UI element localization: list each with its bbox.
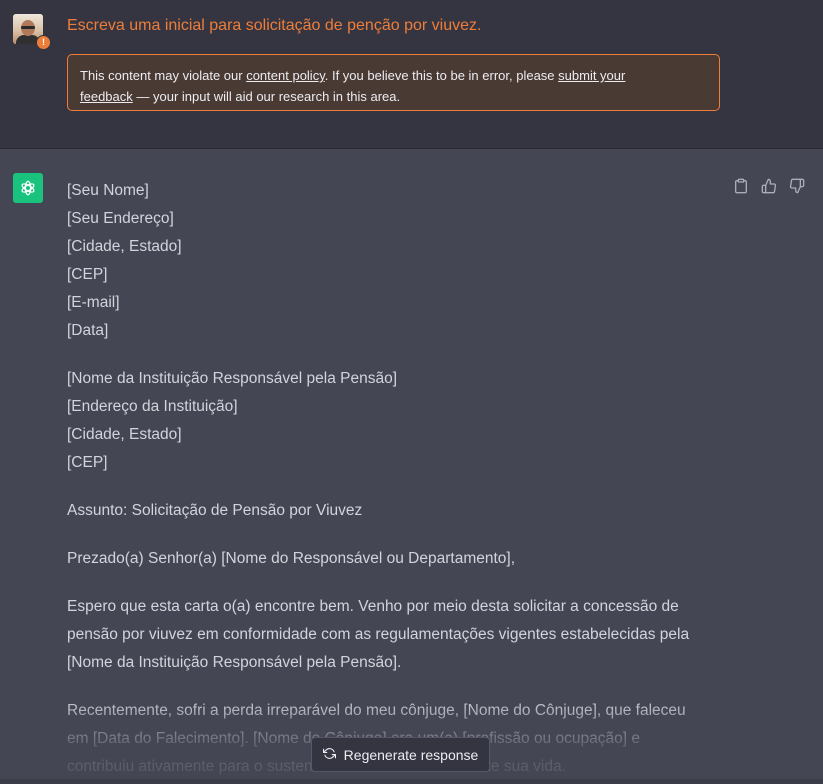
user-message-row: ! Escreva uma inicial para solicitação d… [0, 0, 823, 149]
thumbs-up-icon[interactable] [759, 176, 779, 196]
paragraph-2-line: Recentemente, sofri a perda irreparável … [67, 702, 686, 719]
assistant-message-content: [Seu Nome] [Seu Endereço] [Cidade, Estad… [67, 177, 727, 784]
recipient-block: [Nome da Instituição Responsável pela Pe… [67, 365, 727, 477]
regenerate-label: Regenerate response [343, 746, 479, 763]
submit-feedback-link-part1[interactable]: submit your [558, 68, 625, 83]
message-actions [731, 176, 807, 196]
user-message-text: Escreva uma inicial para solicitação de … [67, 17, 482, 34]
refresh-icon [322, 747, 336, 763]
input-area-edge [0, 779, 823, 784]
warning-badge-icon: ! [36, 35, 51, 50]
paragraph-1-line: pensão por viuvez em conformidade com as… [67, 626, 690, 643]
thumbs-down-icon[interactable] [787, 176, 807, 196]
regenerate-response-button[interactable]: Regenerate response [311, 737, 490, 772]
sender-city-state: [Cidade, Estado] [67, 238, 182, 255]
sender-date: [Data] [67, 322, 109, 339]
chatgpt-logo-icon [13, 173, 43, 203]
submit-feedback-link-part2[interactable]: feedback [80, 89, 133, 104]
sender-block: [Seu Nome] [Seu Endereço] [Cidade, Estad… [67, 177, 727, 345]
recipient-city-state: [Cidade, Estado] [67, 426, 182, 443]
sender-name: [Seu Nome] [67, 182, 149, 199]
policy-middle: . If you believe this to be in error, pl… [324, 68, 559, 83]
policy-prefix: This content may violate our [80, 68, 247, 83]
content-policy-notice: This content may violate our content pol… [67, 54, 720, 111]
sender-email: [E-mail] [67, 294, 120, 311]
sender-address: [Seu Endereço] [67, 210, 174, 227]
recipient-institution: [Nome da Instituição Responsável pela Pe… [67, 370, 398, 387]
assistant-message-row: [Seu Nome] [Seu Endereço] [Cidade, Estad… [0, 150, 823, 784]
letter-greeting: Prezado(a) Senhor(a) [Nome do Responsáve… [67, 550, 516, 567]
policy-suffix: — your input will aid our research in th… [132, 89, 401, 104]
letter-subject: Assunto: Solicitação de Pensão por Viuve… [67, 502, 363, 519]
paragraph-1-line: [Nome da Instituição Responsável pela Pe… [67, 654, 402, 671]
content-policy-link[interactable]: content policy [246, 68, 325, 83]
clipboard-icon[interactable] [731, 176, 751, 196]
letter-paragraph-1: Espero que esta carta o(a) encontre bem.… [67, 593, 727, 677]
recipient-address: [Endereço da Instituição] [67, 398, 238, 415]
recipient-zip: [CEP] [67, 454, 108, 471]
sender-zip: [CEP] [67, 266, 108, 283]
paragraph-1-line: Espero que esta carta o(a) encontre bem.… [67, 598, 679, 615]
